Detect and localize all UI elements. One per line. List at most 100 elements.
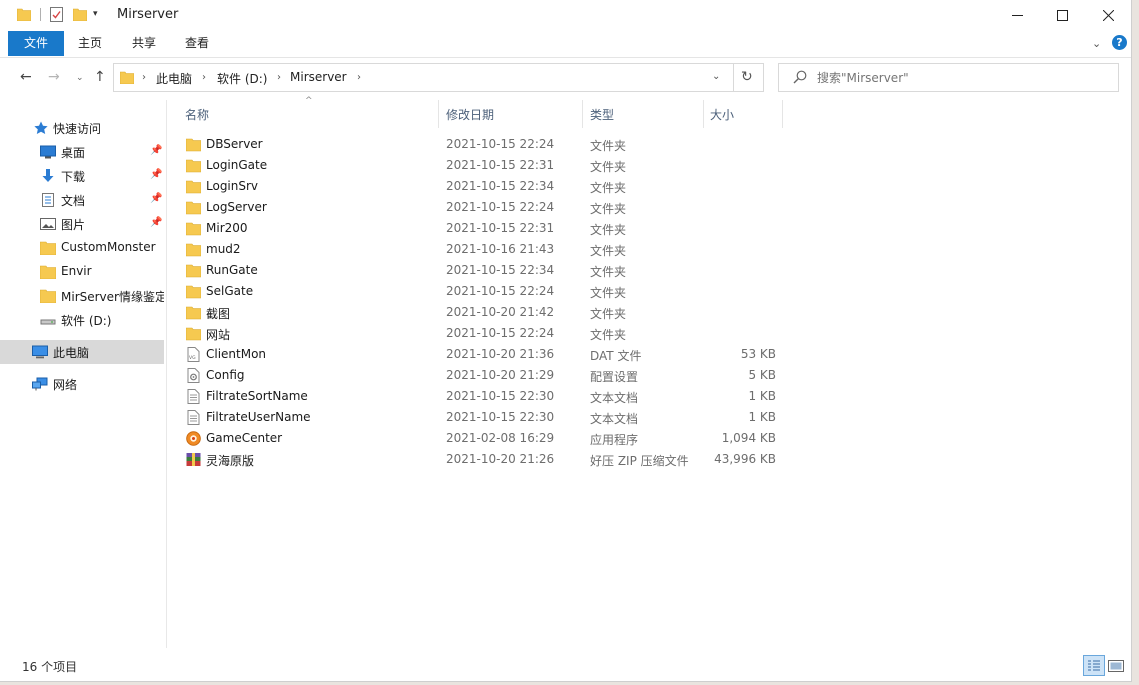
- sidebar-item-downloads[interactable]: 下载 📌: [0, 164, 164, 188]
- pin-icon[interactable]: 📌: [150, 145, 162, 156]
- sidebar-item-quick-access[interactable]: 快速访问: [0, 116, 164, 140]
- address-bar[interactable]: › 此电脑 › 软件 (D:) › Mirserver › ⌄ ↻: [113, 63, 764, 92]
- column-divider[interactable]: [582, 100, 583, 128]
- up-arrow-icon[interactable]: ↑: [94, 69, 106, 85]
- help-icon[interactable]: ?: [1112, 35, 1127, 50]
- file-row-rungate[interactable]: RunGate 2021-10-15 22:34 文件夹: [178, 260, 788, 281]
- text-file-icon: [187, 389, 200, 404]
- file-row-clientmon[interactable]: VG ClientMon 2021-10-20 21:36 DAT 文件 53 …: [178, 344, 788, 365]
- tab-home[interactable]: 主页: [68, 32, 112, 55]
- pin-icon[interactable]: 📌: [150, 193, 162, 204]
- properties-icon[interactable]: [50, 7, 63, 22]
- breadcrumb-mirserver[interactable]: Mirserver: [290, 70, 347, 84]
- config-file-icon: [187, 368, 200, 383]
- file-row-selgate[interactable]: SelGate 2021-10-15 22:24 文件夹: [178, 281, 788, 302]
- file-row-loginsrv[interactable]: LoginSrv 2021-10-15 22:34 文件夹: [178, 176, 788, 197]
- sidebar-item-envir[interactable]: Envir: [0, 260, 164, 284]
- file-size: 53 KB: [740, 347, 776, 361]
- pin-icon[interactable]: 📌: [150, 217, 162, 228]
- close-button[interactable]: [1085, 0, 1131, 30]
- sidebar-item-pictures[interactable]: 图片 📌: [0, 212, 164, 236]
- file-name: ClientMon: [206, 347, 267, 361]
- file-row-screenshots[interactable]: 截图 2021-10-20 21:42 文件夹: [178, 302, 788, 323]
- file-name: LoginSrv: [206, 179, 259, 193]
- file-type: DAT 文件: [590, 349, 642, 363]
- tab-file[interactable]: 文件: [8, 31, 64, 56]
- search-icon: [793, 70, 807, 84]
- details-view-button[interactable]: [1083, 655, 1105, 676]
- zip-archive-icon: [186, 453, 201, 466]
- file-date: 2021-10-20 21:26: [446, 452, 555, 466]
- breadcrumb-chevron-icon[interactable]: ›: [277, 72, 281, 83]
- tab-view[interactable]: 查看: [175, 32, 219, 55]
- recent-locations-chevron-icon[interactable]: ⌄: [76, 73, 84, 83]
- folder-icon[interactable]: [17, 8, 31, 21]
- file-date: 2021-10-15 22:31: [446, 221, 555, 235]
- column-header-size[interactable]: 大小: [710, 106, 734, 123]
- tab-share[interactable]: 共享: [122, 32, 166, 55]
- file-type: 文件夹: [590, 307, 627, 321]
- sidebar-item-drive-d[interactable]: 软件 (D:): [0, 308, 164, 332]
- file-type: 应用程序: [590, 433, 639, 447]
- drive-icon: [40, 319, 56, 325]
- breadcrumb-chevron-icon[interactable]: ›: [142, 72, 146, 83]
- sidebar-item-desktop[interactable]: 桌面 📌: [0, 140, 164, 164]
- file-date: 2021-10-15 22:34: [446, 263, 555, 277]
- file-date: 2021-10-15 22:30: [446, 389, 555, 403]
- new-folder-icon[interactable]: [73, 8, 87, 21]
- file-row-mud2[interactable]: mud2 2021-10-16 21:43 文件夹: [178, 239, 788, 260]
- file-name: mud2: [206, 242, 241, 256]
- file-type: 文件夹: [590, 265, 627, 279]
- maximize-button[interactable]: [1039, 0, 1085, 30]
- column-divider[interactable]: [703, 100, 704, 128]
- sidebar-item-mirserver-folder[interactable]: MirServer情缘鉴定: [0, 284, 164, 308]
- pin-icon[interactable]: 📌: [150, 169, 162, 180]
- column-divider[interactable]: [782, 100, 783, 128]
- file-row-config[interactable]: Config 2021-10-20 21:29 配置设置 5 KB: [178, 365, 788, 386]
- sidebar-item-label: 文档: [61, 194, 86, 208]
- file-row-dbserver[interactable]: DBServer 2021-10-15 22:24 文件夹: [178, 134, 788, 155]
- dat-file-icon: VG: [187, 347, 200, 362]
- file-type: 文件夹: [590, 202, 627, 216]
- sidebar-item-label: MirServer情缘鉴定: [61, 290, 164, 304]
- sidebar-item-custommonster[interactable]: CustomMonster: [0, 236, 164, 260]
- file-name: Config: [206, 368, 245, 382]
- file-row-gamecenter[interactable]: GameCenter 2021-02-08 16:29 应用程序 1,094 K…: [178, 428, 788, 449]
- column-header-date[interactable]: 修改日期: [446, 106, 494, 123]
- expand-ribbon-chevron-icon[interactable]: ⌄: [1092, 37, 1101, 50]
- file-row-mir200[interactable]: Mir200 2021-10-15 22:31 文件夹: [178, 218, 788, 239]
- customize-toolbar-chevron-icon[interactable]: ▾: [93, 9, 103, 19]
- column-header-type[interactable]: 类型: [590, 106, 614, 123]
- file-row-filtrateusername[interactable]: FiltrateUserName 2021-10-15 22:30 文本文档 1…: [178, 407, 788, 428]
- file-name: RunGate: [206, 263, 258, 277]
- breadcrumb-this-pc[interactable]: 此电脑: [156, 70, 192, 87]
- address-history-chevron-icon[interactable]: ⌄: [712, 71, 720, 82]
- file-row-logserver[interactable]: LogServer 2021-10-15 22:24 文件夹: [178, 197, 788, 218]
- breadcrumb-drive[interactable]: 软件 (D:): [217, 70, 267, 87]
- document-icon: [42, 193, 54, 207]
- forward-arrow-icon[interactable]: →: [48, 69, 60, 85]
- file-row-filtratesortname[interactable]: FiltrateSortName 2021-10-15 22:30 文本文档 1…: [178, 386, 788, 407]
- file-row-zip-archive[interactable]: 灵海原版 2021-10-20 21:26 好压 ZIP 压缩文件 43,996…: [178, 449, 788, 470]
- file-row-website[interactable]: 网站 2021-10-15 22:24 文件夹: [178, 323, 788, 344]
- breadcrumb-chevron-icon[interactable]: ›: [357, 72, 361, 83]
- large-icons-view-icon[interactable]: [1107, 658, 1125, 674]
- column-header-name[interactable]: 名称: [185, 106, 209, 123]
- breadcrumb-chevron-icon[interactable]: ›: [202, 72, 206, 83]
- refresh-icon[interactable]: ↻: [741, 69, 753, 85]
- search-box[interactable]: [778, 63, 1119, 92]
- folder-icon: [186, 138, 201, 152]
- minimize-button[interactable]: [994, 0, 1040, 30]
- search-input[interactable]: [817, 68, 1107, 87]
- file-row-logingate[interactable]: LoginGate 2021-10-15 22:31 文件夹: [178, 155, 788, 176]
- file-type: 好压 ZIP 压缩文件: [590, 454, 689, 468]
- navigation-pane-divider[interactable]: [166, 100, 167, 648]
- folder-icon: [40, 265, 56, 279]
- desktop-icon: [40, 145, 56, 159]
- sidebar-item-label: 此电脑: [53, 346, 90, 360]
- sidebar-item-network[interactable]: 网络: [0, 372, 164, 396]
- sidebar-item-documents[interactable]: 文档 📌: [0, 188, 164, 212]
- column-divider[interactable]: [438, 100, 439, 128]
- sidebar-item-this-pc[interactable]: 此电脑: [0, 340, 164, 364]
- back-arrow-icon[interactable]: ←: [20, 69, 32, 85]
